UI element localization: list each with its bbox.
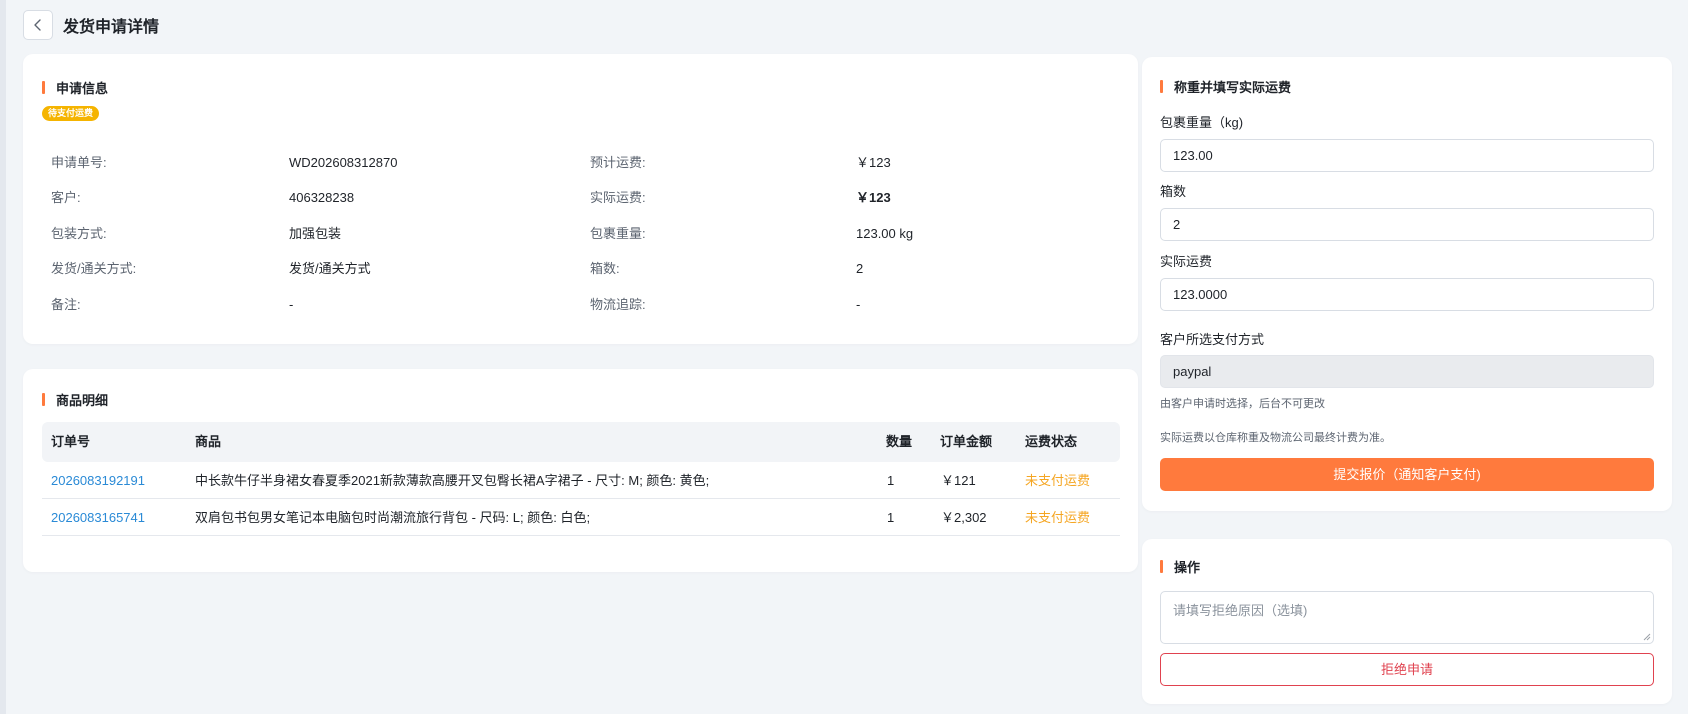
reject-reason-placeholder: 请填写拒绝原因（选填) (1173, 603, 1308, 618)
info-label: 包裹重量: (590, 226, 646, 241)
freight-input[interactable]: 123.0000 (1160, 278, 1654, 311)
title-accent-bar (1160, 80, 1163, 93)
column-header: 订单号 (51, 434, 91, 449)
goods-title-text: 商品明细 (56, 393, 109, 408)
apply-info-card: 申请信息 待支付运费 申请单号: WD202608312870 预计运费: ￥1… (23, 54, 1138, 344)
goods-title: 商品明细 (42, 390, 108, 409)
freight-status: 未支付运费 (1025, 510, 1091, 525)
actions-title-text: 操作 (1174, 560, 1201, 575)
info-row: 发货/通关方式: 发货/通关方式 箱数: 2 (23, 259, 1138, 279)
reject-button[interactable]: 拒绝申请 (1160, 653, 1654, 686)
column-header: 商品 (195, 434, 222, 449)
info-value: - (856, 297, 861, 312)
resize-grip-icon[interactable] (1643, 633, 1651, 641)
freight-hint: 实际运费以仓库称重及物流公司最终计费为准。 (1160, 432, 1391, 444)
info-value: 发货/通关方式 (289, 261, 371, 276)
reject-reason-textarea[interactable]: 请填写拒绝原因（选填) (1160, 591, 1654, 644)
boxes-label: 箱数 (1160, 184, 1187, 199)
table-row: 2026083165741 双肩包书包男女笔记本电脑包时尚潮流旅行背包 - 尺码… (42, 500, 1120, 536)
info-label: 物流追踪: (590, 297, 646, 312)
product-name: 中长款牛仔半身裙女春夏季2021新款薄款高腰开叉包臀长裙A字裙子 - 尺寸: M… (195, 473, 710, 488)
info-row: 申请单号: WD202608312870 预计运费: ￥123 (23, 153, 1138, 173)
page-header: 发货申请详情 (23, 10, 159, 40)
product-name: 双肩包书包男女笔记本电脑包时尚潮流旅行背包 - 尺码: L; 颜色: 白色; (195, 510, 591, 525)
order-link[interactable]: 2026083192191 (51, 463, 145, 499)
info-value: 406328238 (289, 190, 355, 205)
weigh-card: 称重并填写实际运费 包裹重量（kg) 123.00 箱数 2 实际运费 123.… (1142, 57, 1672, 511)
info-row: 备注: - 物流追踪: - (23, 295, 1138, 315)
apply-info-title: 申请信息 (42, 78, 108, 97)
submit-quote-button[interactable]: 提交报价（通知客户支付) (1160, 458, 1654, 491)
info-label: 包装方式: (51, 226, 107, 241)
column-header: 订单金额 (940, 434, 993, 449)
info-value: 123.00 kg (856, 226, 914, 241)
info-label: 实际运费: (590, 190, 646, 205)
info-row: 客户: 406328238 实际运费: ￥123 (23, 188, 1138, 208)
column-header: 数量 (886, 434, 913, 449)
payment-method-label: 客户所选支付方式 (1160, 332, 1265, 347)
info-value: - (289, 297, 294, 312)
info-label: 预计运费: (590, 155, 646, 170)
info-value: ￥123 (856, 155, 891, 170)
page-title: 发货申请详情 (63, 19, 160, 36)
info-label: 箱数: (590, 261, 620, 276)
payment-hint: 由客户申请时选择，后台不可更改 (1160, 398, 1325, 410)
info-label: 客户: (51, 190, 81, 205)
weight-input[interactable]: 123.00 (1160, 139, 1654, 172)
quantity: 1 (887, 510, 895, 525)
info-value: 2 (856, 261, 864, 276)
weight-label: 包裹重量（kg) (1160, 115, 1244, 130)
freight-status: 未支付运费 (1025, 473, 1091, 488)
order-amount: ￥121 (941, 473, 976, 488)
info-value: 加强包装 (289, 226, 342, 241)
info-label: 发货/通关方式: (51, 261, 137, 276)
info-value: WD202608312870 (289, 155, 398, 170)
payment-method-field: paypal (1160, 355, 1654, 388)
title-accent-bar (1160, 560, 1163, 573)
info-value: ￥123 (856, 190, 891, 205)
order-link[interactable]: 2026083165741 (51, 500, 145, 536)
page: 发货申请详情 申请信息 待支付运费 申请单号: WD202608312870 预… (0, 0, 1688, 714)
chevron-left-icon (34, 19, 41, 31)
column-header: 运费状态 (1025, 434, 1078, 449)
table-row: 2026083192191 中长款牛仔半身裙女春夏季2021新款薄款高腰开叉包臀… (42, 463, 1120, 499)
actions-card: 操作 请填写拒绝原因（选填) 拒绝申请 (1142, 539, 1672, 704)
apply-info-title-text: 申请信息 (56, 81, 109, 96)
goods-card: 商品明细 订单号 商品 数量 订单金额 运费状态 2026083192191 中… (23, 369, 1138, 572)
title-accent-bar (42, 393, 45, 406)
order-amount: ￥2,302 (941, 510, 987, 525)
back-button[interactable] (23, 10, 53, 40)
quantity: 1 (887, 473, 895, 488)
info-label: 申请单号: (51, 155, 107, 170)
freight-label: 实际运费 (1160, 254, 1213, 269)
weigh-title: 称重并填写实际运费 (1160, 77, 1291, 96)
actions-title: 操作 (1160, 557, 1200, 576)
table-header: 订单号 商品 数量 订单金额 运费状态 (42, 422, 1120, 462)
info-row: 包装方式: 加强包装 包裹重量: 123.00 kg (23, 224, 1138, 244)
weigh-title-text: 称重并填写实际运费 (1174, 80, 1292, 95)
boxes-input[interactable]: 2 (1160, 208, 1654, 241)
title-accent-bar (42, 81, 45, 94)
left-strip (0, 0, 6, 714)
info-label: 备注: (51, 297, 81, 312)
status-badge: 待支付运费 (42, 106, 100, 121)
